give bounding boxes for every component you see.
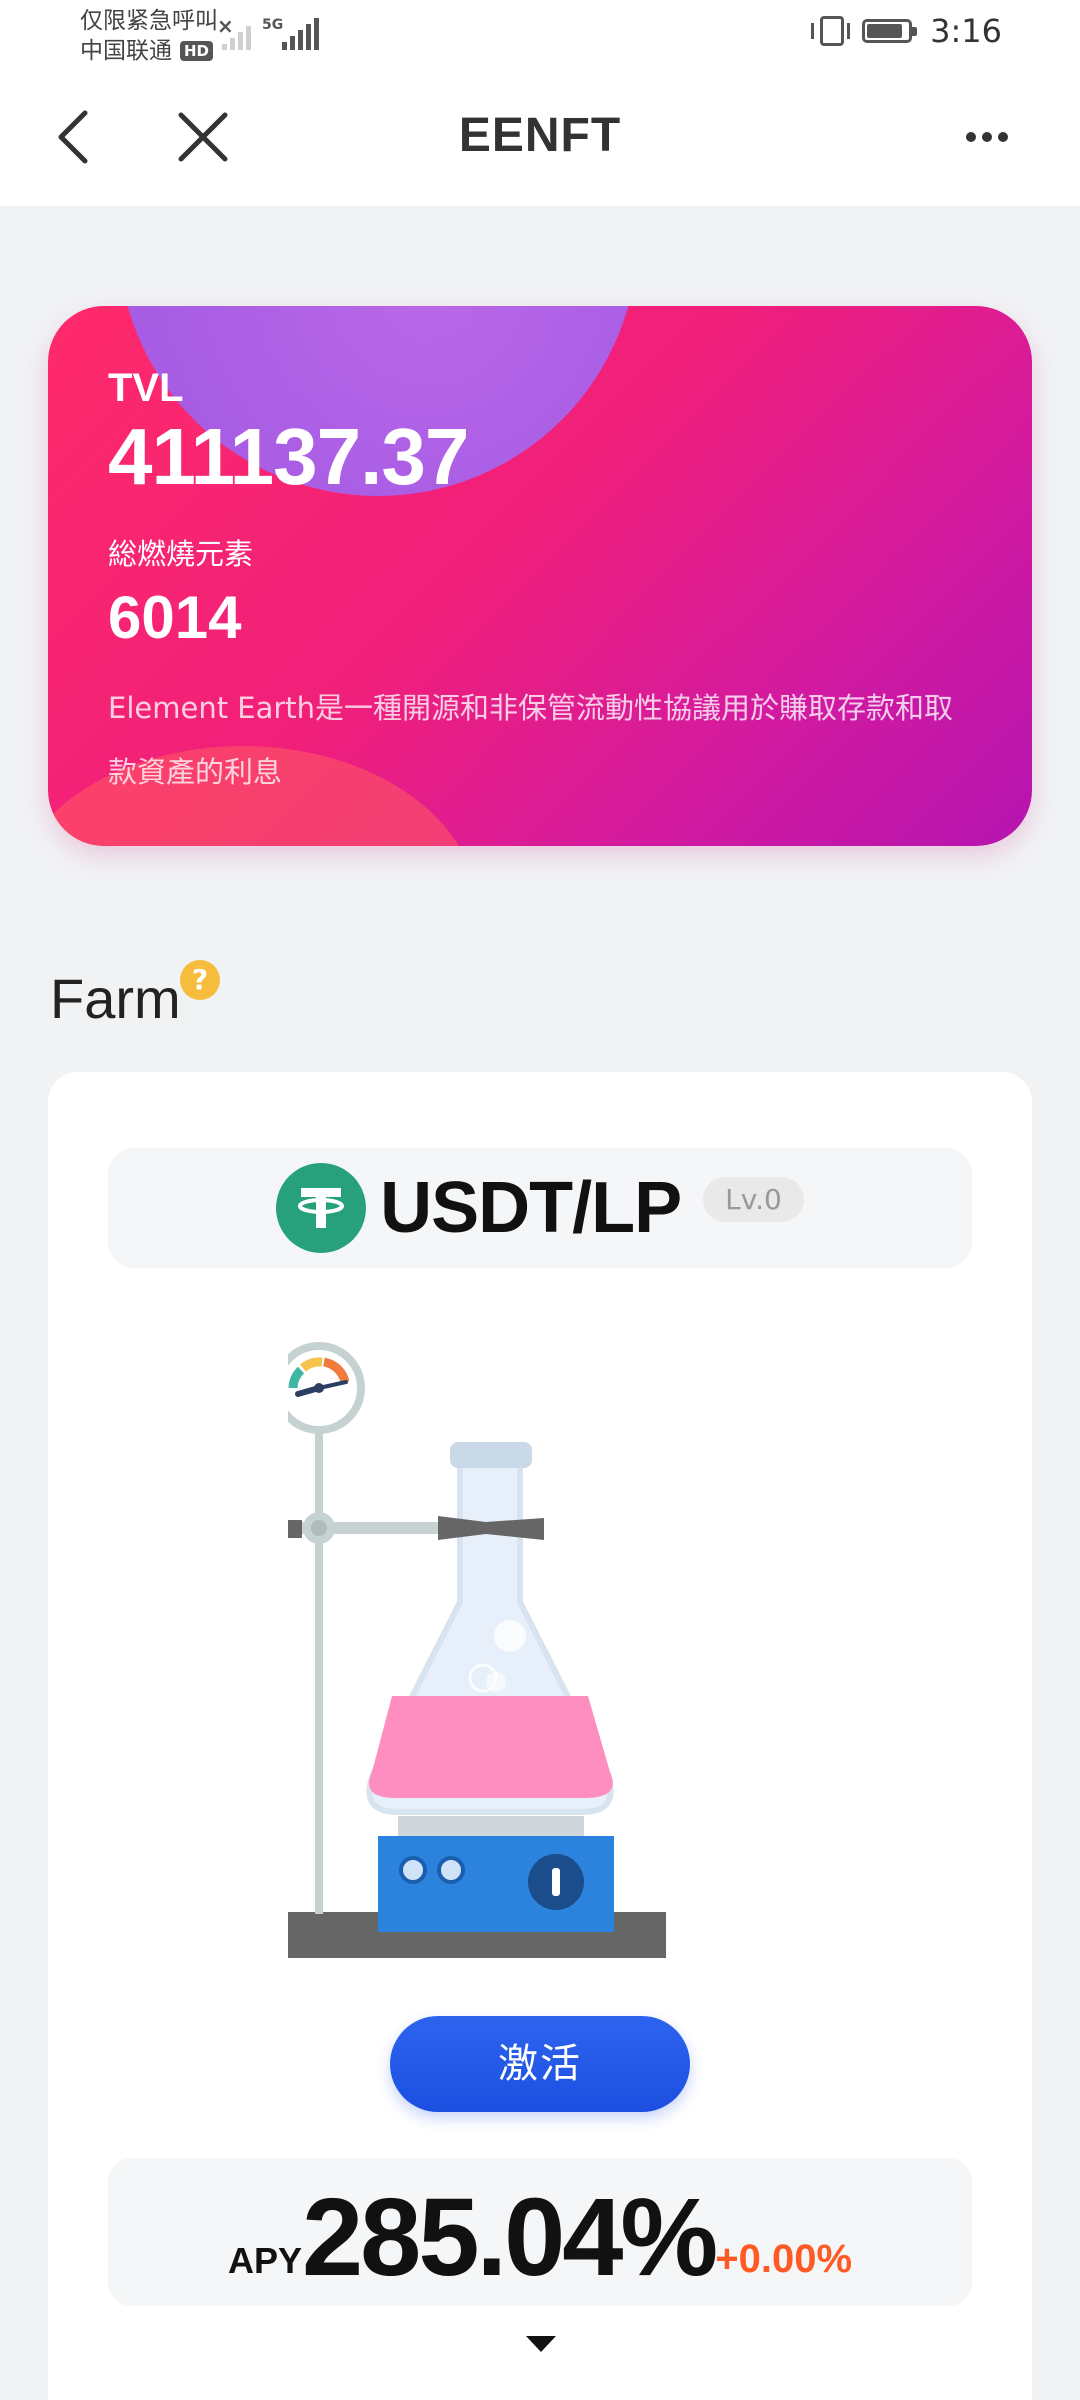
pair-header: USDT/LP Lv.0: [108, 1148, 972, 1268]
tvl-value: 411137.37: [108, 412, 469, 501]
carrier-info: 仅限紧急呼叫 中国联通 HD: [80, 6, 218, 66]
flask-illustration: [288, 1342, 666, 1958]
apy-label: APY: [227, 2240, 302, 2281]
farm-card: USDT/LP Lv.0 激活 APY 285.04% +0.00%: [48, 1072, 1032, 2400]
more-button[interactable]: [952, 102, 1022, 172]
tether-icon: [276, 1163, 367, 1253]
help-icon[interactable]: ?: [180, 960, 220, 1000]
burn-value: 6014: [108, 584, 242, 651]
status-bar: 仅限紧急呼叫 中国联通 HD × 5G 3:16: [0, 0, 1080, 72]
apy-change: +0.00%: [715, 2237, 853, 2281]
tvl-label: TVL: [108, 366, 184, 410]
nav-bar: EENFT: [0, 72, 1080, 206]
carrier-name: 中国联通: [80, 38, 172, 64]
section-title: Farm: [50, 967, 181, 1030]
burn-label: 総燃燒元素: [108, 537, 254, 571]
network-type-label: 5G: [262, 17, 284, 33]
battery-icon: [862, 19, 918, 43]
apy-value: 285.04%: [301, 2176, 718, 2299]
tvl-card: TVL 411137.37 総燃燒元素 6014 Element Earth是一…: [48, 306, 1032, 846]
hero-description: Element Earth是一種開源和非保管流動性協議用於賺取存款和取款資產的利…: [108, 691, 954, 789]
pair-name: USDT/LP: [380, 1168, 682, 1248]
signal-1-icon: [222, 18, 251, 50]
level-badge: Lv.0: [703, 1176, 804, 1222]
carrier-emergency-text: 仅限紧急呼叫: [80, 8, 218, 34]
page-title: EENFT: [458, 109, 622, 162]
clock: 3:16: [930, 12, 1002, 50]
activate-button[interactable]: 激活: [390, 2016, 690, 2112]
hd-badge: HD: [180, 41, 214, 61]
signal-2-icon: [282, 18, 319, 50]
caret-down-icon[interactable]: [526, 2336, 556, 2352]
more-icon: [966, 132, 1008, 142]
apy-panel: APY 285.04% +0.00%: [108, 2158, 972, 2306]
vibrate-icon: [811, 16, 851, 46]
